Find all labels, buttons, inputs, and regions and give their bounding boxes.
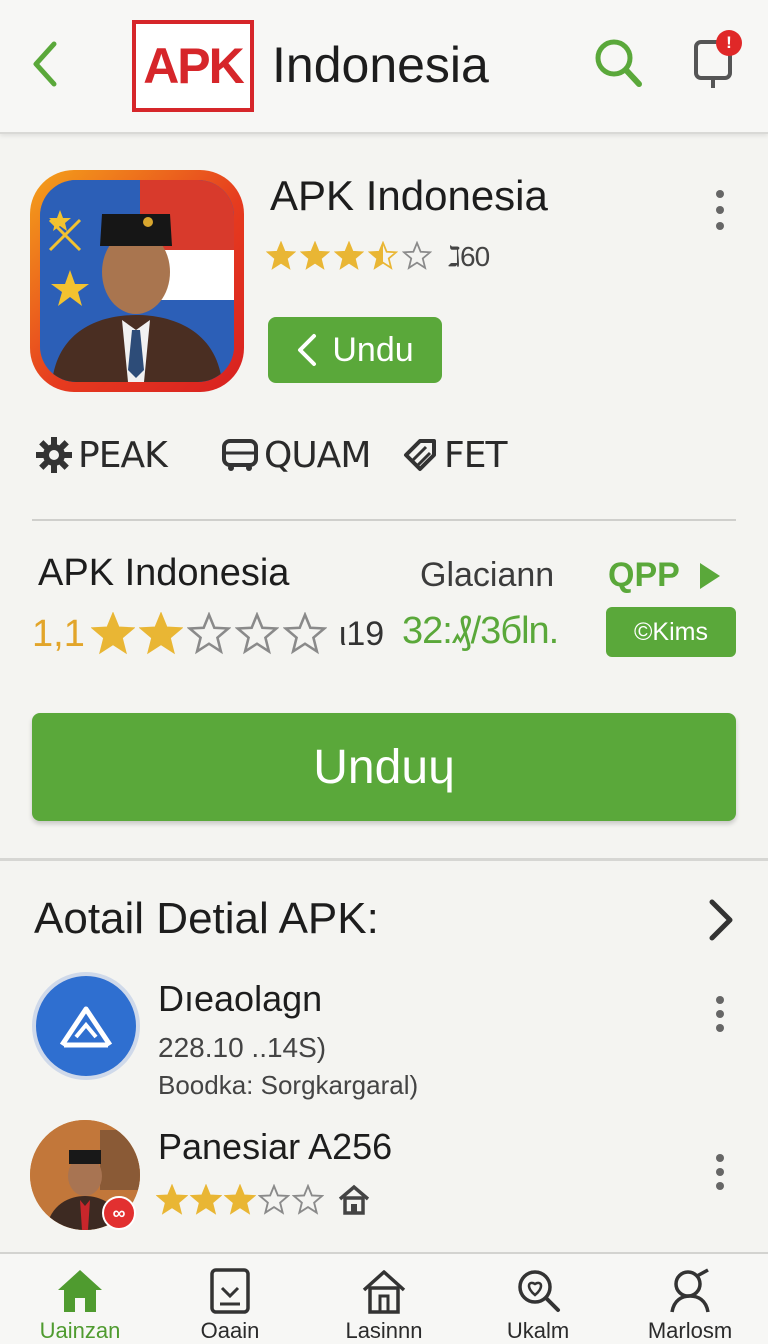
app-icon bbox=[30, 170, 244, 392]
list-item-icon[interactable] bbox=[32, 972, 140, 1080]
star-filled-icon bbox=[224, 1184, 256, 1215]
search-button[interactable] bbox=[592, 34, 644, 90]
list-item-menu-button[interactable] bbox=[704, 992, 736, 1036]
infinity-badge: ∞ bbox=[102, 1196, 136, 1230]
star-empty-icon bbox=[292, 1184, 324, 1215]
gear-icon bbox=[36, 437, 72, 473]
store-label: QPP bbox=[608, 556, 680, 594]
tag-label: FET bbox=[444, 434, 507, 476]
list-item-version: 228.10 ..14S) bbox=[158, 1032, 327, 1063]
divider bbox=[32, 519, 736, 521]
person-key-icon bbox=[670, 1268, 710, 1313]
detail-app-name: APK Indonesia bbox=[38, 552, 290, 594]
rating-count: ι19 bbox=[338, 614, 385, 653]
star-filled-icon bbox=[156, 1184, 188, 1215]
star-filled-icon bbox=[266, 241, 296, 270]
more-vert-icon bbox=[716, 190, 724, 230]
section-divider bbox=[0, 858, 768, 861]
download-button-small[interactable]: Undu bbox=[268, 317, 442, 383]
kims-badge[interactable]: ©Kims bbox=[606, 607, 736, 657]
list-item-title[interactable]: Dıeaolagn bbox=[158, 978, 322, 1020]
nav-item-search[interactable]: Ukalm bbox=[468, 1268, 608, 1344]
section-title: Aotail Detial APK: bbox=[34, 894, 379, 943]
apk-logo[interactable]: APK bbox=[132, 20, 254, 112]
star-empty-icon bbox=[258, 1184, 290, 1215]
more-options-button[interactable] bbox=[704, 186, 736, 234]
list-item-developer: Boodka: Sorgkargaral) bbox=[158, 1070, 419, 1100]
star-half-icon bbox=[368, 241, 398, 270]
notification-badge: ! bbox=[716, 30, 742, 56]
app-rating: ℷ60 bbox=[266, 236, 490, 276]
star-empty-icon bbox=[234, 612, 279, 655]
star-filled-icon bbox=[90, 612, 135, 655]
star-filled-icon bbox=[190, 1184, 222, 1215]
detail-rating: 1,1 ι19 bbox=[32, 606, 384, 662]
download-button-label: Undu bbox=[332, 330, 414, 369]
download-button[interactable]: Unduɥ bbox=[32, 713, 736, 821]
list-item-rating bbox=[156, 1180, 372, 1220]
rating-count: ℷ60 bbox=[448, 240, 490, 272]
star-filled-icon bbox=[300, 241, 330, 270]
house-outline-icon bbox=[362, 1270, 406, 1314]
nav-item-home[interactable]: Uainzan bbox=[10, 1268, 150, 1344]
house-icon bbox=[338, 1184, 370, 1215]
chevron-right-icon bbox=[709, 899, 733, 941]
tag-icon bbox=[404, 439, 436, 471]
nav-item-profile[interactable]: Marlosm bbox=[620, 1268, 760, 1344]
tag-quam[interactable]: QUAM bbox=[220, 432, 371, 478]
logo-text: APK bbox=[143, 38, 245, 94]
app-name: APK Indonesia bbox=[270, 172, 548, 219]
play-icon bbox=[699, 562, 720, 589]
nav-label: Ukalm bbox=[506, 1318, 570, 1343]
star-empty-icon bbox=[402, 241, 432, 270]
search-icon bbox=[595, 39, 642, 87]
bus-icon bbox=[222, 439, 258, 471]
nav-label: Oaain bbox=[200, 1318, 260, 1343]
chevron-left-icon bbox=[298, 334, 317, 366]
chevron-left-icon bbox=[33, 41, 57, 87]
home-icon bbox=[58, 1270, 102, 1312]
nav-item-tablet[interactable]: Oaain bbox=[160, 1268, 300, 1344]
search-heart-icon bbox=[518, 1270, 560, 1312]
portrait-image bbox=[40, 180, 234, 382]
star-filled-icon bbox=[334, 241, 364, 270]
list-item-title[interactable]: Panesiar A256 bbox=[158, 1126, 392, 1168]
star-filled-icon bbox=[138, 612, 183, 655]
nav-label: Lasinnn bbox=[345, 1318, 423, 1343]
tablet-icon bbox=[210, 1268, 250, 1314]
rating-number: 1,1 bbox=[32, 612, 85, 655]
category-label: Glaciann bbox=[420, 556, 555, 594]
list-item-menu-button[interactable] bbox=[704, 1150, 736, 1194]
nav-label: Marlosm bbox=[647, 1318, 733, 1343]
tag-label: QUAM bbox=[264, 434, 371, 476]
star-empty-icon bbox=[282, 612, 327, 655]
page-title: Indonesia bbox=[272, 37, 489, 93]
tag-peak[interactable]: PEAK bbox=[34, 432, 168, 478]
section-more-button[interactable] bbox=[700, 896, 740, 944]
star-rating bbox=[266, 241, 436, 271]
more-vert-icon bbox=[716, 996, 724, 1032]
more-vert-icon bbox=[716, 1154, 724, 1190]
star-empty-icon bbox=[186, 612, 231, 655]
store-link[interactable]: QPP bbox=[608, 556, 722, 595]
nav-label: Uainzan bbox=[39, 1318, 121, 1343]
tag-label: PEAK bbox=[78, 434, 168, 476]
back-button[interactable] bbox=[24, 36, 72, 92]
star-rating bbox=[90, 612, 331, 656]
size-label: 32:₰/3бln. bbox=[402, 610, 559, 652]
image-icon bbox=[59, 1006, 113, 1048]
nav-item-house[interactable]: Lasinnn bbox=[314, 1268, 454, 1344]
star-rating bbox=[156, 1184, 326, 1216]
tag-fet[interactable]: FET bbox=[400, 432, 507, 478]
